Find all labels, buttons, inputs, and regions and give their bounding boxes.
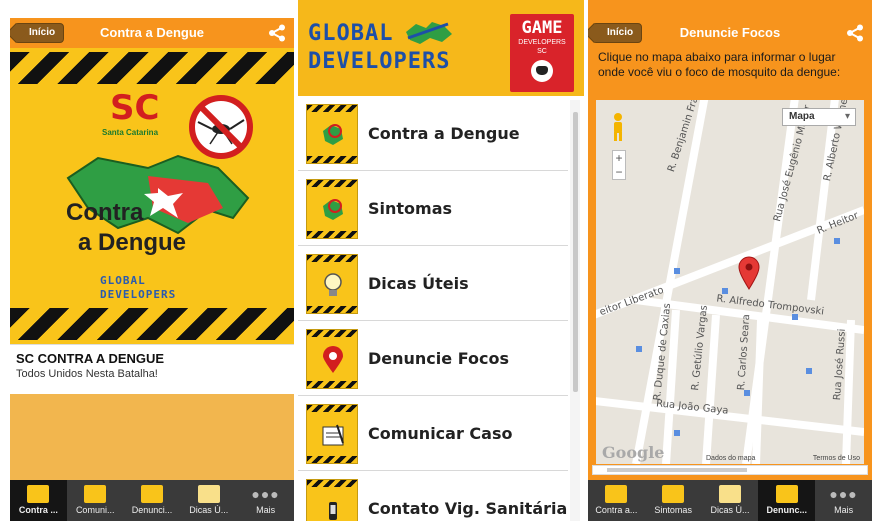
no-mosquito-icon xyxy=(189,95,253,159)
share-icon[interactable] xyxy=(846,24,864,42)
denuncie-focos-screen: Início Denuncie Focos Clique no mapa aba… xyxy=(588,0,872,521)
map-instructions: Clique no mapa abaixo para informar o lu… xyxy=(598,50,841,79)
hazard-stripe-bottom xyxy=(10,308,294,340)
game-developers-logo: GAME DEVELOPERS SC xyxy=(510,14,574,92)
street-view-pegman-icon[interactable] xyxy=(610,112,626,142)
menu-item-contra-dengue[interactable]: Contra a Dengue xyxy=(298,96,568,171)
caption-title: SC CONTRA A DENGUE xyxy=(16,351,165,366)
tab-contra-dengue[interactable]: Contra ... xyxy=(10,480,67,521)
report-map[interactable]: R. Benjamin Franklin Pereira Rua José Eu… xyxy=(596,100,864,464)
global-developers-logo: GLOBAL DEVELOPERS xyxy=(100,274,177,301)
tab-dicas[interactable]: Dicas Ú... xyxy=(180,480,237,521)
page-title: Denuncie Focos xyxy=(679,25,781,40)
header-bar: Início Contra a Dengue xyxy=(10,18,294,48)
splash-title: Contra a Dengue xyxy=(66,199,187,256)
menu-scrollbar[interactable] xyxy=(570,100,580,521)
tab-mais[interactable]: ●●● Mais xyxy=(237,480,294,521)
bottom-tab-bar: Contra a... Sintomas Dicas Ú... Denunc..… xyxy=(588,480,872,521)
state-name: Santa Catarina xyxy=(102,128,159,137)
tab-denuncie[interactable]: Denunci... xyxy=(124,480,181,521)
pin-icon xyxy=(775,485,798,503)
notify-icon xyxy=(84,485,107,503)
bottom-tab-bar: Contra ... Comuni... Denunci... Dicas Ú.… xyxy=(10,480,294,521)
more-icon: ●●● xyxy=(829,486,858,502)
state-abbr: SC xyxy=(110,88,160,128)
dengue-thumb-icon xyxy=(306,104,358,164)
scrollbar-thumb[interactable] xyxy=(573,112,578,392)
map-data-link[interactable]: Dados do mapa xyxy=(706,455,755,462)
dengue-thumb-icon xyxy=(306,179,358,239)
zoom-out-icon[interactable]: − xyxy=(613,165,625,179)
splash-banner: SC Santa Catarina Contra a Dengue GLOBAL… xyxy=(10,48,294,344)
caption-card: SC CONTRA A DENGUE Todos Unidos Nesta Ba… xyxy=(10,344,294,394)
notify-thumb-icon xyxy=(306,404,358,464)
tab-sintomas[interactable]: Sintomas xyxy=(645,480,702,521)
dengue-icon xyxy=(605,485,628,503)
phone-thumb-icon xyxy=(306,479,358,521)
caption-subtitle: Todos Unidos Nesta Batalha! xyxy=(16,368,158,380)
dengue-icon xyxy=(27,485,50,503)
map-terms-link[interactable]: Termos de Uso xyxy=(813,455,860,462)
map-type-select[interactable]: Mapa xyxy=(782,108,856,126)
dengue-icon xyxy=(662,485,685,503)
header-bar: Início Denuncie Focos xyxy=(588,18,872,48)
map-footer: Google Dados do mapa Termos de Uso xyxy=(596,443,864,464)
bulb-icon xyxy=(197,485,220,503)
gamepad-icon xyxy=(531,60,553,82)
menu-item-comunicar-caso[interactable]: Comunicar Caso xyxy=(298,396,568,471)
menu-item-dicas-uteis[interactable]: Dicas Úteis xyxy=(298,246,568,321)
menu-item-contato-vig-sanitaria[interactable]: Contato Vig. Sanitária xyxy=(298,471,568,521)
pin-thumb-icon xyxy=(306,329,358,389)
tab-denuncie[interactable]: Denunc... xyxy=(758,480,816,521)
zoom-control[interactable]: + − xyxy=(612,150,626,180)
contra-dengue-screen: Início Contra a Dengue SC Santa Catarina… xyxy=(10,0,294,521)
scrollbar-thumb[interactable] xyxy=(607,468,747,472)
tab-comunicar[interactable]: Comuni... xyxy=(67,480,124,521)
menu-list: Contra a Dengue Sintomas Dicas Úteis Den… xyxy=(298,96,568,521)
hazard-stripe-top xyxy=(10,52,294,84)
map-streets xyxy=(596,100,864,464)
zoom-in-icon[interactable]: + xyxy=(613,151,625,165)
menu-item-denuncie-focos[interactable]: Denuncie Focos xyxy=(298,321,568,396)
map-pin-icon[interactable] xyxy=(738,256,760,290)
page-title: Contra a Dengue xyxy=(99,25,204,40)
map-horizontal-scrollbar[interactable] xyxy=(592,465,868,475)
tab-dicas[interactable]: Dicas Ú... xyxy=(702,480,759,521)
tab-contra-dengue[interactable]: Contra a... xyxy=(588,480,645,521)
main-menu-screen: GLOBAL DEVELOPERS GAME DEVELOPERS SC Con… xyxy=(298,0,584,521)
tab-mais[interactable]: ●●● Mais xyxy=(815,480,872,521)
bulb-icon xyxy=(718,485,741,503)
google-logo: Google xyxy=(602,443,665,462)
world-map-icon xyxy=(406,22,452,44)
brand-header: GLOBAL DEVELOPERS GAME DEVELOPERS SC xyxy=(298,0,584,96)
more-icon: ●●● xyxy=(251,486,280,502)
menu-item-sintomas[interactable]: Sintomas xyxy=(298,171,568,246)
share-icon[interactable] xyxy=(268,24,286,42)
bulb-thumb-icon xyxy=(306,254,358,314)
pin-icon xyxy=(140,485,163,503)
content-background xyxy=(10,394,294,480)
